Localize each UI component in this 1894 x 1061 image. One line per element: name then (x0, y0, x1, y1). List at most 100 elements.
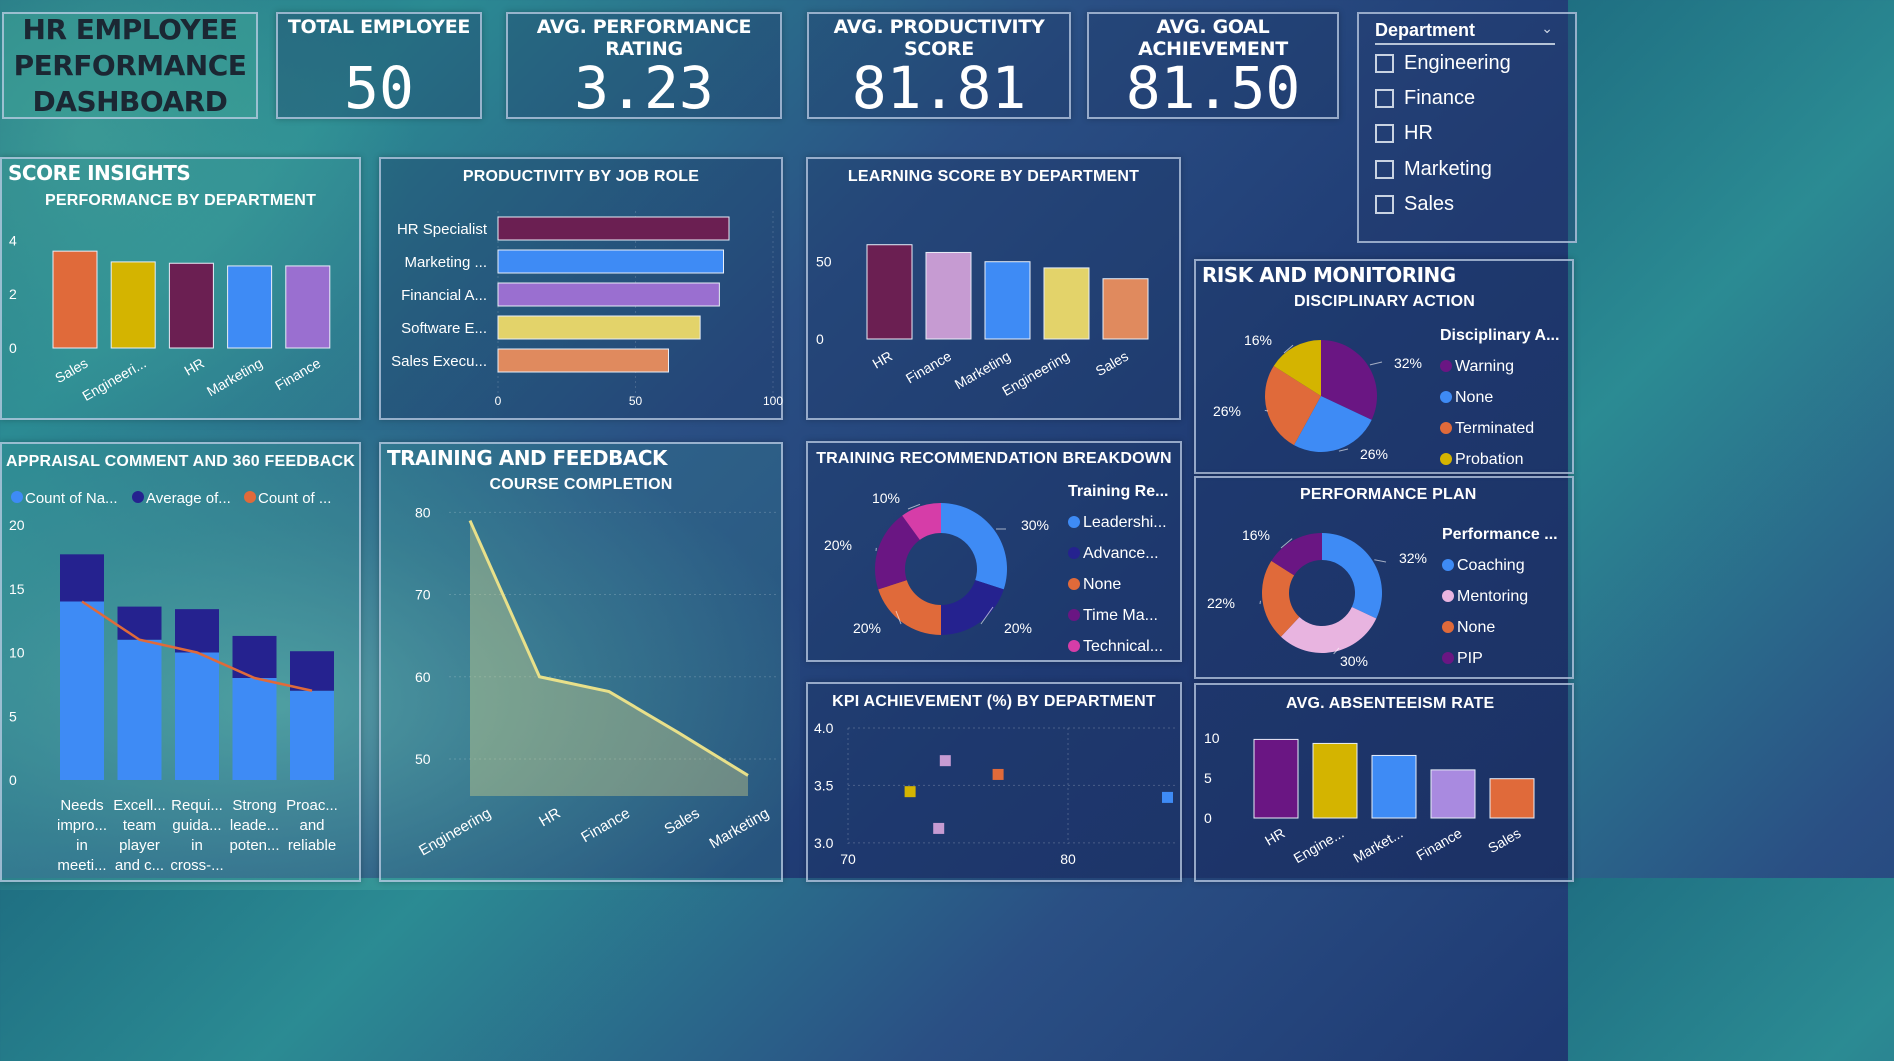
kpi-card-avg-goal-achievement[interactable]: AVG. GOAL ACHIEVEMENT 81.50 (1087, 12, 1339, 122)
y-tick-label: 15 (9, 581, 25, 597)
legend-label: Coaching (1457, 557, 1525, 574)
kpi-card-total-employee[interactable]: TOTAL EMPLOYEE 50 (276, 12, 482, 122)
bar (1043, 267, 1090, 340)
bar (1489, 778, 1535, 819)
y-tick-label: 50 (816, 254, 832, 270)
pie-slice (941, 503, 1007, 590)
slicer-item-label: Marketing (1404, 157, 1492, 180)
legend-label: Leadershi... (1083, 514, 1167, 531)
legend-label: Count of ... (258, 490, 331, 507)
slicer-item-label: Finance (1404, 86, 1476, 109)
kpi-card-avg-performance-rating[interactable]: AVG. PERFORMANCE RATING 3.23 (506, 12, 782, 122)
legend-marker (1068, 609, 1080, 621)
data-label: 32% (1399, 550, 1427, 566)
slicer-item-engineering[interactable]: Engineering (1375, 49, 1511, 77)
x-tick-label: HR (181, 355, 207, 379)
bar (1253, 738, 1299, 819)
y-tick-label: 4.0 (814, 720, 834, 736)
x-tick-label: Sales (1485, 825, 1523, 856)
x-tick-label: Engine... (1291, 825, 1347, 866)
bar-segment (60, 554, 104, 602)
performance-by-department-chart: 0 2 4 SalesEngineeri... HRMarketing Finance (9, 232, 331, 404)
pie-slice (941, 580, 1004, 635)
pie-slice (1322, 533, 1382, 619)
x-tick-label: 80 (1060, 851, 1076, 867)
bar-segment (117, 606, 162, 640)
bar (1312, 742, 1358, 819)
data-label: 20% (853, 620, 881, 636)
kpi-achievement-chart: 3.0 3.5 4.0 70 80 (814, 720, 1178, 867)
legend-marker (1442, 652, 1454, 664)
y-tick-label: 10 (1204, 730, 1220, 746)
scatter-point (992, 768, 1004, 780)
kpi-value: 81.50 (1125, 54, 1301, 122)
learning-score-by-department-chart: 050HR FinanceMarketingEngineering Sales (816, 244, 1149, 399)
legend-marker (1440, 360, 1452, 372)
dashboard-title-card: HR EMPLOYEE PERFORMANCE DASHBOARD (2, 12, 258, 119)
checkbox[interactable] (1375, 53, 1394, 73)
legend-label: None (1083, 576, 1121, 593)
chevron-down-icon[interactable]: ⌄ (1541, 20, 1553, 37)
x-tick-label: in (76, 837, 88, 854)
bar (168, 262, 214, 349)
data-label: 16% (1244, 332, 1272, 348)
checkbox[interactable] (1375, 194, 1394, 214)
checkbox[interactable] (1375, 88, 1394, 108)
slicer-item-hr[interactable]: HR (1375, 119, 1433, 147)
x-tick-label: meeti... (57, 857, 106, 874)
x-tick-label: Market... (1350, 825, 1405, 866)
checkbox[interactable] (1375, 159, 1394, 179)
y-tick-label: 50 (415, 751, 431, 767)
legend-marker (1068, 640, 1080, 652)
data-label: 20% (1004, 620, 1032, 636)
x-tick-label: Sales (52, 355, 90, 386)
bar (984, 261, 1031, 340)
productivity-by-job-role-card: PRODUCTIVITY BY JOB ROLE 0 50 100 HR Specia… (379, 157, 783, 420)
y-tick-label: 80 (415, 504, 431, 520)
slicer-header: Department (1375, 20, 1555, 45)
department-slicer[interactable]: Department ⌄ Engineering Finance HR Mark… (1357, 12, 1577, 243)
checkbox[interactable] (1375, 123, 1394, 143)
y-tick-label: 0 (9, 340, 17, 356)
bar (925, 251, 972, 340)
kpi-label: TOTAL EMPLOYEE (287, 16, 471, 38)
x-tick-label: 50 (629, 394, 643, 408)
y-tick-label: 3.0 (814, 835, 834, 851)
legend-label: PIP (1457, 650, 1483, 667)
x-tick-label: and (299, 817, 324, 834)
kpi-value: 50 (344, 54, 414, 122)
bar (497, 282, 720, 307)
leader-line (1374, 559, 1387, 563)
absenteeism-rate-chart: 0 5 10 HR Engine... Market... Finance Sales (1204, 730, 1535, 866)
legend-marker (1068, 547, 1080, 559)
legend-marker (1442, 590, 1454, 602)
data-label: 22% (1207, 595, 1235, 611)
slicer-item-sales[interactable]: Sales (1375, 190, 1454, 218)
y-tick-label: 2 (9, 286, 17, 302)
legend-label: Mentoring (1457, 588, 1528, 605)
dashboard-title-line-1: HR EMPLOYEE (22, 12, 238, 46)
bar (497, 216, 730, 241)
slicer-item-marketing[interactable]: Marketing (1375, 155, 1492, 183)
y-tick-label: 5 (1204, 770, 1212, 786)
x-tick-label: Needs (60, 797, 103, 814)
kpi-card-avg-productivity-score[interactable]: AVG. PRODUCTIVITY SCORE 81.81 (807, 12, 1071, 122)
x-tick-label: HR (1262, 825, 1288, 849)
absenteeism-rate-card: AVG. ABSENTEEISM RATE 0 5 10 HR Engine... Mar… (1194, 683, 1574, 882)
legend-label: Time Ma... (1083, 607, 1158, 624)
kpi-value: 81.81 (851, 54, 1027, 122)
slicer-item-finance[interactable]: Finance (1375, 84, 1475, 112)
data-label: 16% (1242, 527, 1270, 543)
legend-label: Probation (1455, 451, 1524, 468)
scatter-point (933, 822, 945, 834)
bar-segment (60, 601, 104, 780)
x-tick-label: 100 (763, 394, 783, 408)
x-tick-label: Excell... (113, 797, 166, 814)
bar-segment (175, 652, 219, 780)
bar (1371, 754, 1417, 819)
y-tick-label: 60 (415, 669, 431, 685)
legend-marker (1440, 391, 1452, 403)
y-tick-label: 0 (816, 331, 824, 347)
x-tick-label: Requi... (171, 797, 223, 814)
bar-segment (175, 609, 219, 653)
